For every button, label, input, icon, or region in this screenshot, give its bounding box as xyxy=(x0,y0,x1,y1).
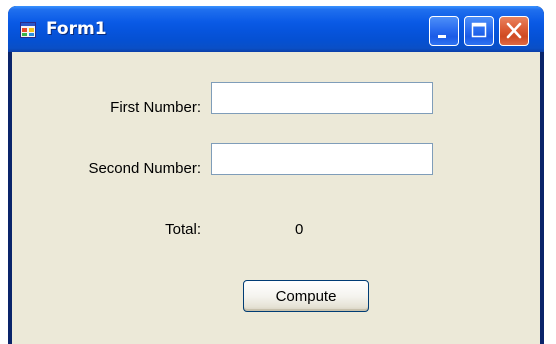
close-icon xyxy=(506,22,522,39)
first-number-label: First Number: xyxy=(110,99,201,116)
total-label: Total: xyxy=(165,221,201,238)
form-app-icon[interactable] xyxy=(20,22,36,38)
first-number-input[interactable] xyxy=(211,82,433,114)
second-number-input[interactable] xyxy=(211,143,433,175)
title-bar[interactable]: Form1 xyxy=(8,6,544,52)
minimize-icon xyxy=(438,35,446,38)
compute-button[interactable]: Compute xyxy=(243,280,369,312)
second-number-label: Second Number: xyxy=(88,160,201,177)
window-title: Form1 xyxy=(46,19,107,39)
maximize-icon xyxy=(471,22,487,38)
maximize-button[interactable] xyxy=(464,16,494,46)
total-value: 0 xyxy=(295,221,304,238)
close-button[interactable] xyxy=(499,16,529,46)
form-client-area: First Number: Second Number: Total: 0 Co… xyxy=(12,52,540,344)
minimize-button[interactable] xyxy=(429,16,459,46)
app-window: Form1 First Number: Second Number: Total… xyxy=(8,6,544,344)
